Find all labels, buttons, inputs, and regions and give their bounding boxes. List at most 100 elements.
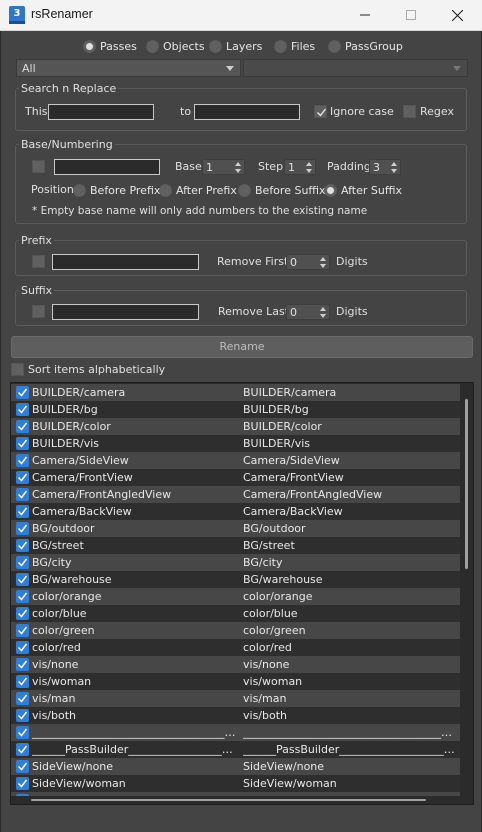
item-checkbox[interactable] [16, 777, 29, 790]
list-item[interactable]: color/red color/red [11, 639, 460, 656]
list-item[interactable]: ________________________________________… [11, 724, 460, 741]
base-spinner[interactable]: 1 [202, 159, 245, 175]
item-checkbox[interactable] [16, 420, 29, 433]
spinner-down-icon[interactable] [235, 169, 241, 173]
padding-spinner[interactable]: 3 [369, 159, 401, 175]
radio-before-suffix[interactable]: Before Suffix [238, 182, 326, 198]
item-checkbox[interactable] [16, 692, 29, 705]
radio-indicator[interactable] [274, 39, 287, 53]
sub-filter-dropdown[interactable] [243, 59, 468, 77]
rename-button[interactable]: Rename [11, 336, 473, 358]
spinner-down-icon[interactable] [391, 169, 397, 173]
item-checkbox[interactable] [16, 658, 29, 671]
list-item[interactable]: color/green color/green [11, 622, 460, 639]
item-checkbox[interactable] [16, 726, 29, 739]
list-item[interactable]: Camera/FrontView Camera/FrontView [11, 469, 460, 486]
item-checkbox[interactable] [16, 641, 29, 654]
radio-before-prefix[interactable]: Before Prefix [73, 182, 160, 198]
horizontal-scrollbar[interactable] [11, 796, 460, 804]
item-checkbox[interactable] [16, 760, 29, 773]
item-checkbox[interactable] [16, 437, 29, 450]
item-checkbox[interactable] [16, 675, 29, 688]
prefix-enable-checkbox[interactable] [32, 255, 45, 268]
list-item[interactable]: vis/man vis/man [11, 690, 460, 707]
radio-passgroup[interactable]: PassGroup [328, 38, 403, 54]
radio-after-suffix[interactable]: After Suffix [324, 182, 402, 198]
suffix-input[interactable] [52, 304, 199, 320]
minimize-button[interactable] [342, 0, 388, 31]
list-item[interactable]: vis/woman vis/woman [11, 673, 460, 690]
search-input[interactable] [48, 104, 154, 120]
radio-indicator[interactable] [83, 39, 96, 53]
base-enable-checkbox[interactable] [32, 160, 45, 173]
radio-indicator[interactable] [73, 183, 86, 197]
radio-indicator[interactable] [328, 39, 341, 53]
radio-layers[interactable]: Layers [209, 38, 262, 54]
list-item[interactable]: vis/both vis/both [11, 707, 460, 724]
spinner-up-icon[interactable] [235, 162, 241, 166]
radio-files[interactable]: Files [274, 38, 315, 54]
list-item[interactable]: BG/city BG/city [11, 554, 460, 571]
list-item[interactable]: Camera/SideView Camera/SideView [11, 452, 460, 469]
radio-indicator[interactable] [238, 183, 251, 197]
suffix-enable-checkbox[interactable] [32, 305, 45, 318]
prefix-input[interactable] [52, 254, 199, 270]
item-checkbox[interactable] [16, 573, 29, 586]
list-item[interactable]: color/blue color/blue [11, 605, 460, 622]
radio-objects[interactable]: Objects [146, 38, 205, 54]
spinner-up-icon[interactable] [320, 307, 326, 311]
list-item[interactable]: BUILDER/bg BUILDER/bg [11, 401, 460, 418]
item-checkbox[interactable] [16, 488, 29, 501]
radio-indicator[interactable] [159, 183, 172, 197]
list-item[interactable]: SideView/none SideView/none [11, 758, 460, 775]
item-checkbox[interactable] [16, 590, 29, 603]
item-checkbox[interactable] [16, 403, 29, 416]
radio-indicator[interactable] [324, 183, 337, 197]
step-spinner[interactable]: 1 [284, 159, 316, 175]
list-item[interactable]: ______PassBuilder___________________ ____… [11, 741, 460, 758]
base-name-input[interactable] [54, 159, 160, 175]
list-item[interactable]: SideView/woman SideView/woman [11, 775, 460, 792]
item-checkbox[interactable] [16, 624, 29, 637]
maximize-button[interactable] [388, 0, 434, 31]
items-list[interactable]: BUILDER/camera BUILDER/camera BUILDER/bg BU… [10, 382, 474, 805]
spinner-up-icon[interactable] [306, 162, 312, 166]
item-checkbox[interactable] [16, 505, 29, 518]
close-button[interactable] [434, 0, 480, 31]
item-checkbox[interactable] [16, 454, 29, 467]
item-checkbox[interactable] [16, 556, 29, 569]
spinner-up-icon[interactable] [320, 257, 326, 261]
regex-checkbox[interactable] [403, 105, 416, 118]
filter-dropdown[interactable]: All [16, 59, 241, 77]
list-item[interactable]: Camera/BackView Camera/BackView [11, 503, 460, 520]
item-checkbox[interactable] [16, 386, 29, 399]
vertical-scrollbar[interactable] [460, 383, 473, 804]
item-checkbox[interactable] [16, 522, 29, 535]
item-checkbox[interactable] [16, 709, 29, 722]
spinner-down-icon[interactable] [306, 169, 312, 173]
item-checkbox[interactable] [16, 471, 29, 484]
list-item[interactable]: BUILDER/camera BUILDER/camera [11, 384, 460, 401]
list-item[interactable]: BG/street BG/street [11, 537, 460, 554]
list-item[interactable]: Camera/FrontAngledView Camera/FrontAngled… [11, 486, 460, 503]
vertical-scroll-thumb[interactable] [465, 399, 468, 569]
list-item[interactable]: color/orange color/orange [11, 588, 460, 605]
list-item[interactable]: BUILDER/vis BUILDER/vis [11, 435, 460, 452]
remove-last-spinner[interactable]: 0 [286, 304, 330, 320]
item-checkbox[interactable] [16, 607, 29, 620]
horizontal-scroll-thumb[interactable] [31, 799, 426, 801]
spinner-down-icon[interactable] [320, 264, 326, 268]
spinner-down-icon[interactable] [320, 314, 326, 318]
list-item[interactable]: BUILDER/color BUILDER/color [11, 418, 460, 435]
remove-first-spinner[interactable]: 0 [286, 254, 330, 270]
item-checkbox[interactable] [16, 539, 29, 552]
radio-after-prefix[interactable]: After Prefix [159, 182, 237, 198]
list-item[interactable]: BG/warehouse BG/warehouse [11, 571, 460, 588]
list-item[interactable]: vis/none vis/none [11, 656, 460, 673]
ignore-case-checkbox[interactable] [314, 105, 327, 118]
radio-passes[interactable]: Passes [83, 38, 137, 54]
list-item[interactable]: BG/outdoor BG/outdoor [11, 520, 460, 537]
item-checkbox[interactable] [16, 743, 29, 756]
radio-indicator[interactable] [209, 39, 222, 53]
radio-indicator[interactable] [146, 39, 159, 53]
